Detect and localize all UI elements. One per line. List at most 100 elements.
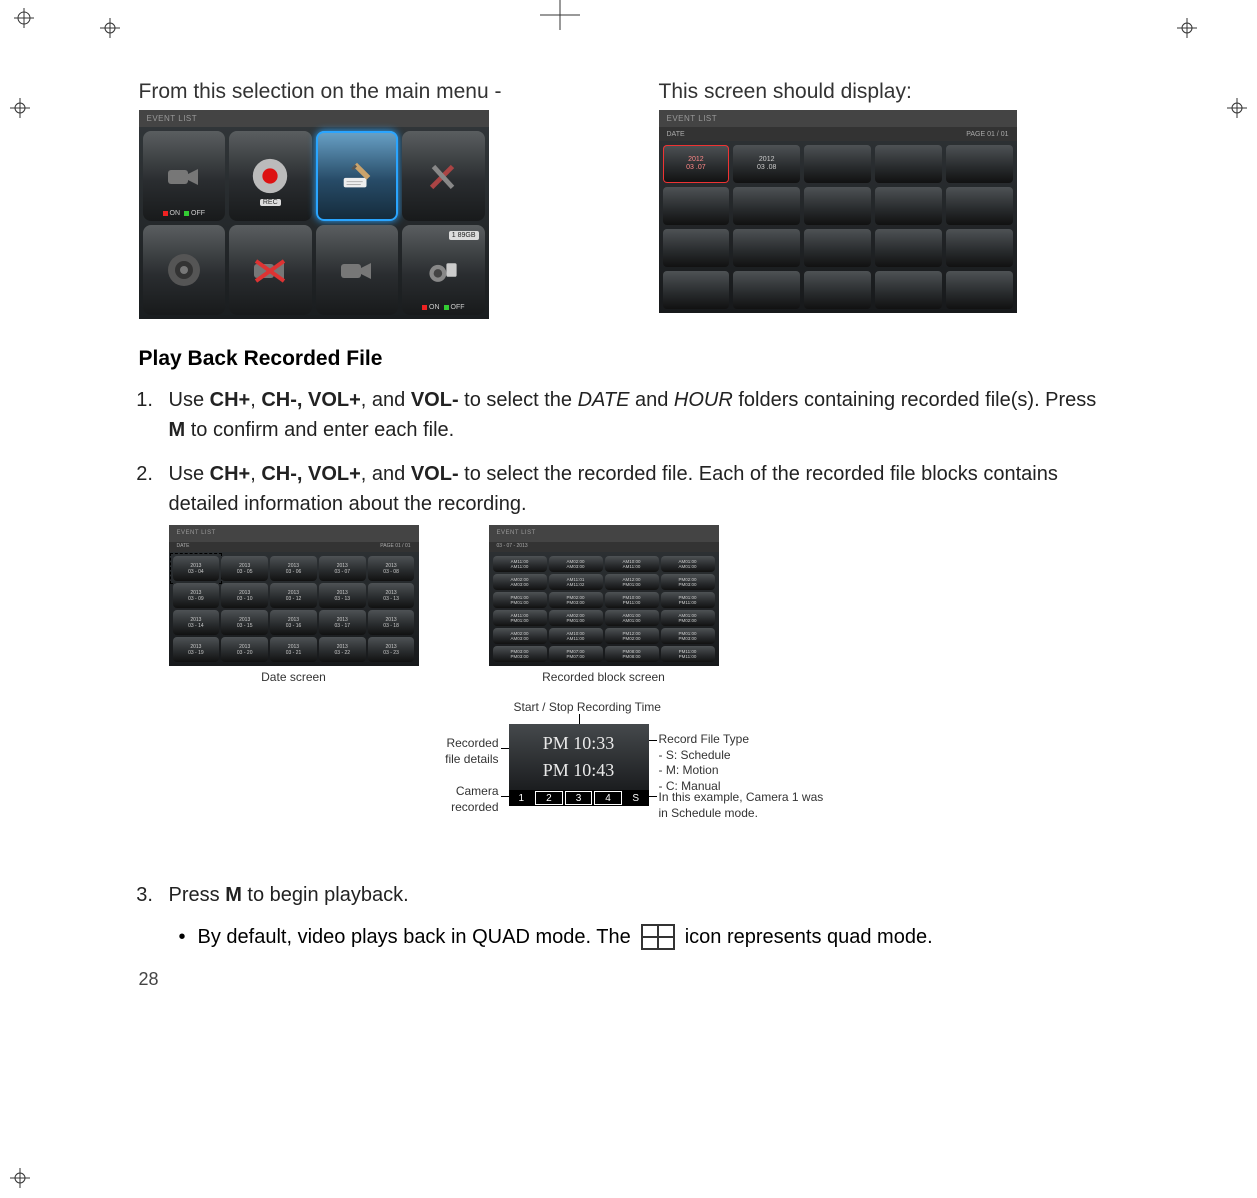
write-tile[interactable]: [316, 131, 399, 221]
date-tile[interactable]: [733, 187, 800, 225]
hour-tile[interactable]: AM01:00PM02:00: [661, 610, 715, 626]
date-tile[interactable]: 201303 - 10: [221, 583, 268, 608]
tools-icon: [421, 154, 465, 198]
bullet-quad: • By default, video plays back in QUAD m…: [179, 924, 1119, 950]
hour-tile[interactable]: PM01:00PM03:00: [661, 628, 715, 644]
hour-tile[interactable]: AM11:00PM01:00: [493, 610, 547, 626]
date-tile[interactable]: [663, 229, 730, 267]
hour-tile[interactable]: AM11:00AM11:00: [493, 556, 547, 572]
hour-tile[interactable]: PM03:00PM03:00: [493, 646, 547, 662]
right-column: This screen should display: EVENT LIST D…: [659, 80, 1119, 319]
date-title: EVENT LIST: [659, 110, 1017, 127]
hour-tile[interactable]: AM01:00AM01:00: [661, 556, 715, 572]
ann-left-1: Recordedfile details: [439, 736, 499, 767]
hour-tile[interactable]: PM07:00PM07:00: [549, 646, 603, 662]
date-tile[interactable]: [946, 229, 1013, 267]
date-tile[interactable]: 201303 - 13: [319, 583, 366, 608]
date-tile[interactable]: [663, 187, 730, 225]
hour-tile[interactable]: AM02:00AM03:00: [493, 628, 547, 644]
ann-right-type: Record File Type - S: Schedule - M: Moti…: [659, 732, 750, 794]
date-tile[interactable]: 201303 - 22: [319, 637, 366, 662]
ann-top: Start / Stop Recording Time: [514, 700, 661, 716]
hour-tile[interactable]: PM01:00PM01:00: [493, 592, 547, 608]
date-tile[interactable]: [946, 271, 1013, 309]
date-tile[interactable]: [875, 145, 942, 183]
date-tile[interactable]: 201303 - 08: [368, 556, 415, 581]
date-tile[interactable]: 201303 - 05: [221, 556, 268, 581]
date-tile[interactable]: [946, 187, 1013, 225]
caption-left: From this selection on the main menu -: [139, 80, 599, 104]
hour-tile[interactable]: AM12:00PM01:00: [605, 574, 659, 590]
date-tile[interactable]: 201303 - 23: [368, 637, 415, 662]
hour-tile[interactable]: PM10:00PM11:00: [605, 592, 659, 608]
date-tile[interactable]: 201303 - 07: [319, 556, 366, 581]
date-tile[interactable]: 201303 - 14: [173, 610, 220, 635]
date-tile[interactable]: [804, 145, 871, 183]
ann-right-note: In this example, Camera 1 was in Schedul…: [659, 790, 824, 821]
date-subtitle: DATE: [667, 131, 685, 138]
step-2: Use CH+, CH-, VOL+, and VOL- to select t…: [159, 459, 1119, 830]
caption-right: This screen should display:: [659, 80, 1119, 104]
mini-date-label: Date screen: [169, 668, 419, 686]
hour-tile[interactable]: PM12:00PM02:00: [605, 628, 659, 644]
hour-tile[interactable]: AM02:00AM03:00: [493, 574, 547, 590]
hour-tile[interactable]: AM10:00AM11:00: [549, 628, 603, 644]
date-tile[interactable]: 201303 - 21: [270, 637, 317, 662]
hour-tile[interactable]: PM01:00PM11:00: [661, 592, 715, 608]
hour-tile[interactable]: PM02:00PM03:00: [661, 574, 715, 590]
disabled-cam-tile[interactable]: [229, 225, 312, 315]
menu-title: EVENT LIST: [139, 110, 489, 127]
date-tile[interactable]: [875, 229, 942, 267]
date-tile[interactable]: [733, 271, 800, 309]
date-tile[interactable]: [875, 187, 942, 225]
date-tile[interactable]: [875, 271, 942, 309]
ann-left-2: Camerarecorded: [451, 784, 499, 815]
date-tile[interactable]: 201303 - 20: [221, 637, 268, 662]
hour-tile[interactable]: PM02:00PM03:00: [549, 592, 603, 608]
file-detail-diagram: Start / Stop Recording Time Recordedfile…: [169, 710, 1119, 830]
hour-tile[interactable]: AM02:00AM03:00: [549, 556, 603, 572]
reg-mark: [1227, 98, 1247, 118]
camera-tile[interactable]: ON OFF: [143, 131, 226, 221]
mini-hour-label: Recorded block screen: [489, 668, 719, 686]
date-tile[interactable]: 201303 - 17: [319, 610, 366, 635]
page-number: 28: [139, 969, 159, 990]
rec-tile[interactable]: REC: [229, 131, 312, 221]
date-tile[interactable]: 201203 .07: [663, 145, 730, 183]
date-tile[interactable]: [804, 229, 871, 267]
date-tile[interactable]: 201203 .08: [733, 145, 800, 183]
date-tile[interactable]: 201303 - 16: [270, 610, 317, 635]
date-tile[interactable]: 201303 - 15: [221, 610, 268, 635]
hour-tile[interactable]: AM01:00AM01:00: [605, 610, 659, 626]
cam2-tile[interactable]: [316, 225, 399, 315]
storage-tile[interactable]: 1 89GB ON OFF: [402, 225, 485, 315]
cam-cell: 3: [565, 791, 593, 805]
date-tile[interactable]: 201303 - 06: [270, 556, 317, 581]
date-tile[interactable]: 201303 - 09: [173, 583, 220, 608]
date-tile[interactable]: [804, 271, 871, 309]
hour-tile[interactable]: AM11:01AM11:02: [549, 574, 603, 590]
date-tile[interactable]: [946, 145, 1013, 183]
cam-cell: S: [623, 790, 649, 806]
hour-tile[interactable]: AM02:00PM01:00: [549, 610, 603, 626]
reg-mark: [10, 1168, 30, 1188]
speaker-icon: [162, 248, 206, 292]
date-tile[interactable]: [663, 271, 730, 309]
storage-badge: 1 89GB: [449, 231, 479, 240]
date-tile[interactable]: 201303 - 19: [173, 637, 220, 662]
date-tile[interactable]: [804, 187, 871, 225]
date-tile[interactable]: 201303 - 18: [368, 610, 415, 635]
hour-tile[interactable]: PM08:00PM08:00: [605, 646, 659, 662]
date-tile[interactable]: [733, 229, 800, 267]
stop-time: PM 10:43: [509, 757, 649, 784]
date-tile[interactable]: 201303 - 12: [270, 583, 317, 608]
date-tile[interactable]: 201303 - 04: [173, 556, 220, 581]
hour-tile[interactable]: PM11:00PM11:00: [661, 646, 715, 662]
hour-tile[interactable]: AM10:00AM11:00: [605, 556, 659, 572]
date-tile[interactable]: 201303 - 13: [368, 583, 415, 608]
cam-x-icon: [248, 248, 292, 292]
speaker-tile[interactable]: [143, 225, 226, 315]
tools-tile[interactable]: [402, 131, 485, 221]
cam-cell: 2: [535, 791, 563, 805]
section-heading: Play Back Recorded File: [139, 347, 1119, 371]
